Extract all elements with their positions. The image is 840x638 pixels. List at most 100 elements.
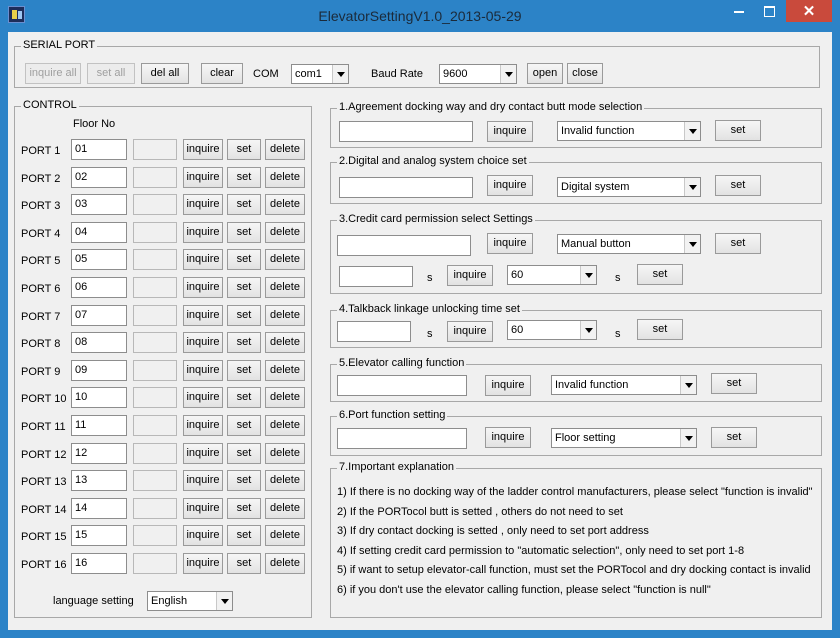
port-set-button[interactable]: set bbox=[227, 387, 261, 408]
port-inquire-button[interactable]: inquire bbox=[183, 277, 223, 298]
section-5-set-button[interactable]: set bbox=[711, 373, 757, 394]
port-set-button[interactable]: set bbox=[227, 443, 261, 464]
section-5-input[interactable] bbox=[337, 375, 467, 396]
port-delete-button[interactable]: delete bbox=[265, 443, 305, 464]
section-2-select[interactable]: Digital system bbox=[557, 177, 701, 197]
port-inquire-button[interactable]: inquire bbox=[183, 525, 223, 546]
port-delete-button[interactable]: delete bbox=[265, 139, 305, 160]
port-set-button[interactable]: set bbox=[227, 139, 261, 160]
floor-no-input[interactable]: 14 bbox=[71, 498, 127, 519]
section-4-select[interactable]: 60 bbox=[507, 320, 597, 340]
port-delete-button[interactable]: delete bbox=[265, 332, 305, 353]
port-delete-button[interactable]: delete bbox=[265, 305, 305, 326]
set-all-button[interactable]: set all bbox=[87, 63, 135, 84]
floor-no-input[interactable]: 08 bbox=[71, 332, 127, 353]
section-2-inquire-button[interactable]: inquire bbox=[487, 175, 533, 196]
port-set-button[interactable]: set bbox=[227, 277, 261, 298]
section-1-set-button[interactable]: set bbox=[715, 120, 761, 141]
port-set-button[interactable]: set bbox=[227, 525, 261, 546]
section-6-set-button[interactable]: set bbox=[711, 427, 757, 448]
port-delete-button[interactable]: delete bbox=[265, 222, 305, 243]
port-delete-button[interactable]: delete bbox=[265, 498, 305, 519]
section-4-set-button[interactable]: set bbox=[637, 319, 683, 340]
section-3-time-set-button[interactable]: set bbox=[637, 264, 683, 285]
floor-no-input[interactable]: 15 bbox=[71, 525, 127, 546]
floor-no-input[interactable]: 13 bbox=[71, 470, 127, 491]
com-select[interactable]: com1 bbox=[291, 64, 349, 84]
port-delete-button[interactable]: delete bbox=[265, 415, 305, 436]
close-port-button[interactable]: close bbox=[567, 63, 603, 84]
section-6-input[interactable] bbox=[337, 428, 467, 449]
maximize-button[interactable] bbox=[754, 0, 784, 22]
section-3-select[interactable]: Manual button bbox=[557, 234, 701, 254]
port-delete-button[interactable]: delete bbox=[265, 525, 305, 546]
floor-no-input[interactable]: 02 bbox=[71, 167, 127, 188]
port-inquire-button[interactable]: inquire bbox=[183, 194, 223, 215]
port-inquire-button[interactable]: inquire bbox=[183, 470, 223, 491]
section-3-inquire-button[interactable]: inquire bbox=[487, 233, 533, 254]
port-inquire-button[interactable]: inquire bbox=[183, 167, 223, 188]
port-inquire-button[interactable]: inquire bbox=[183, 443, 223, 464]
port-inquire-button[interactable]: inquire bbox=[183, 222, 223, 243]
section-3-input[interactable] bbox=[337, 235, 471, 256]
section-5-select[interactable]: Invalid function bbox=[551, 375, 697, 395]
title-bar[interactable]: ElevatorSettingV1.0_2013-05-29 ✕ bbox=[0, 0, 840, 32]
port-set-button[interactable]: set bbox=[227, 470, 261, 491]
minimize-button[interactable] bbox=[724, 0, 754, 22]
port-delete-button[interactable]: delete bbox=[265, 249, 305, 270]
section-4-input[interactable] bbox=[337, 321, 411, 342]
section-2-input[interactable] bbox=[339, 177, 473, 198]
floor-no-input[interactable]: 12 bbox=[71, 443, 127, 464]
port-inquire-button[interactable]: inquire bbox=[183, 139, 223, 160]
port-set-button[interactable]: set bbox=[227, 194, 261, 215]
port-inquire-button[interactable]: inquire bbox=[183, 553, 223, 574]
port-inquire-button[interactable]: inquire bbox=[183, 360, 223, 381]
language-select[interactable]: English bbox=[147, 591, 233, 611]
section-3-set-button[interactable]: set bbox=[715, 233, 761, 254]
port-set-button[interactable]: set bbox=[227, 553, 261, 574]
section-6-select[interactable]: Floor setting bbox=[551, 428, 697, 448]
floor-no-input[interactable]: 05 bbox=[71, 249, 127, 270]
port-inquire-button[interactable]: inquire bbox=[183, 415, 223, 436]
floor-no-input[interactable]: 06 bbox=[71, 277, 127, 298]
floor-no-input[interactable]: 03 bbox=[71, 194, 127, 215]
open-port-button[interactable]: open bbox=[527, 63, 563, 84]
section-1-inquire-button[interactable]: inquire bbox=[487, 121, 533, 142]
floor-no-input[interactable]: 11 bbox=[71, 415, 127, 436]
port-set-button[interactable]: set bbox=[227, 360, 261, 381]
section-3-time-input[interactable] bbox=[339, 266, 413, 287]
port-set-button[interactable]: set bbox=[227, 415, 261, 436]
floor-no-input[interactable]: 09 bbox=[71, 360, 127, 381]
section-3-time-inquire-button[interactable]: inquire bbox=[447, 265, 493, 286]
port-set-button[interactable]: set bbox=[227, 332, 261, 353]
del-all-button[interactable]: del all bbox=[141, 63, 189, 84]
port-set-button[interactable]: set bbox=[227, 249, 261, 270]
port-set-button[interactable]: set bbox=[227, 498, 261, 519]
section-5-inquire-button[interactable]: inquire bbox=[485, 375, 531, 396]
inquire-all-button[interactable]: inquire all bbox=[25, 63, 81, 84]
port-delete-button[interactable]: delete bbox=[265, 277, 305, 298]
floor-no-input[interactable]: 07 bbox=[71, 305, 127, 326]
port-set-button[interactable]: set bbox=[227, 222, 261, 243]
port-delete-button[interactable]: delete bbox=[265, 194, 305, 215]
port-inquire-button[interactable]: inquire bbox=[183, 249, 223, 270]
section-6-inquire-button[interactable]: inquire bbox=[485, 427, 531, 448]
section-4-inquire-button[interactable]: inquire bbox=[447, 321, 493, 342]
floor-no-input[interactable]: 16 bbox=[71, 553, 127, 574]
port-delete-button[interactable]: delete bbox=[265, 360, 305, 381]
port-set-button[interactable]: set bbox=[227, 305, 261, 326]
section-1-input[interactable] bbox=[339, 121, 473, 142]
port-delete-button[interactable]: delete bbox=[265, 387, 305, 408]
close-window-button[interactable]: ✕ bbox=[786, 0, 832, 22]
section-1-select[interactable]: Invalid function bbox=[557, 121, 701, 141]
port-delete-button[interactable]: delete bbox=[265, 470, 305, 491]
port-inquire-button[interactable]: inquire bbox=[183, 387, 223, 408]
port-inquire-button[interactable]: inquire bbox=[183, 305, 223, 326]
clear-button[interactable]: clear bbox=[201, 63, 243, 84]
floor-no-input[interactable]: 10 bbox=[71, 387, 127, 408]
port-delete-button[interactable]: delete bbox=[265, 167, 305, 188]
floor-no-input[interactable]: 01 bbox=[71, 139, 127, 160]
port-set-button[interactable]: set bbox=[227, 167, 261, 188]
section-3-time-select[interactable]: 60 bbox=[507, 265, 597, 285]
port-delete-button[interactable]: delete bbox=[265, 553, 305, 574]
